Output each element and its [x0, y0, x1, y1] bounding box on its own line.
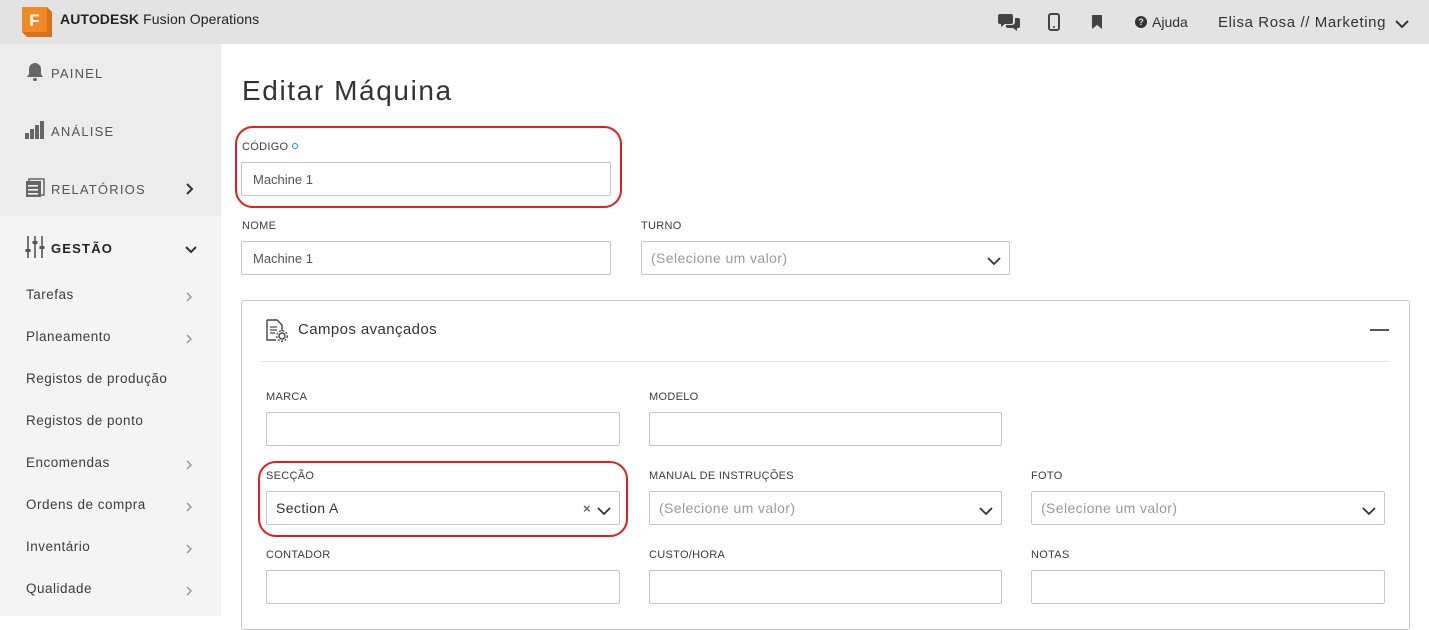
turno-placeholder: (Selecione um valor) — [651, 250, 788, 266]
sliders-icon — [25, 236, 45, 261]
sidebar-item-label: GESTÃO — [51, 241, 114, 256]
sidebar-subitem-registos-ponto[interactable]: Registos de ponto — [26, 413, 143, 428]
chevron-down-icon — [987, 253, 1001, 269]
manual-label: MANUAL DE INSTRUÇÕES — [649, 470, 794, 482]
chevron-down-icon[interactable] — [1395, 16, 1409, 34]
fusion-logo-icon[interactable]: F — [22, 7, 52, 37]
sidebar-item-label: PAINEL — [51, 66, 104, 81]
chevron-right-icon[interactable] — [185, 584, 193, 602]
contador-label: CONTADOR — [266, 549, 331, 561]
sidebar-subitem-inventario[interactable]: Inventário — [26, 539, 90, 554]
brand-product: Fusion Operations — [143, 11, 260, 27]
help-link[interactable]: ? Ajuda — [1135, 14, 1188, 30]
sidebar-item-analise[interactable]: ANÁLISE — [25, 120, 114, 143]
sidebar-subitem-registos-producao[interactable]: Registos de produção — [26, 371, 167, 386]
brand-name: AUTODESK Fusion Operations — [60, 11, 259, 27]
bookmark-icon[interactable] — [1086, 12, 1108, 32]
page-title: Editar Máquina — [242, 75, 453, 106]
advanced-fields-title[interactable]: Campos avançados — [298, 321, 437, 338]
sidebar-subitem-ordens-compra[interactable]: Ordens de compra — [26, 497, 146, 512]
chevron-right-icon[interactable] — [185, 500, 193, 518]
chevron-right-icon[interactable] — [185, 182, 195, 200]
marca-field[interactable] — [266, 412, 620, 446]
modelo-label: MODELO — [649, 391, 699, 403]
foto-label: FOTO — [1031, 470, 1063, 482]
brand-bold: AUTODESK — [60, 11, 140, 27]
turno-select[interactable]: (Selecione um valor) — [641, 241, 1010, 275]
help-label: Ajuda — [1152, 14, 1188, 30]
sidebar-item-label: RELATÓRIOS — [51, 182, 146, 197]
help-icon: ? — [1135, 16, 1147, 28]
sidebar-subitem-qualidade[interactable]: Qualidade — [26, 581, 92, 596]
logo-letter: F — [29, 11, 39, 30]
panel-divider — [261, 361, 1390, 362]
manual-select[interactable]: (Selecione um valor) — [649, 491, 1002, 525]
collapse-icon[interactable] — [1370, 329, 1389, 331]
bell-icon — [25, 62, 45, 85]
highlight-seccao — [258, 461, 628, 537]
marca-label: MARCA — [266, 391, 308, 403]
notas-field[interactable] — [1031, 570, 1385, 604]
bar-chart-icon — [25, 120, 45, 143]
chevron-right-icon[interactable] — [185, 332, 193, 350]
chevron-right-icon[interactable] — [185, 290, 193, 308]
sidebar-subitem-tarefas[interactable]: Tarefas — [26, 287, 74, 302]
foto-placeholder: (Selecione um valor) — [1041, 500, 1178, 516]
chevron-down-icon — [1362, 503, 1376, 519]
nome-field[interactable]: Machine 1 — [241, 241, 611, 275]
sidebar-item-gestao[interactable]: GESTÃO — [25, 236, 113, 261]
turno-label: TURNO — [641, 220, 682, 232]
chevron-down-icon — [979, 503, 993, 519]
chevron-down-icon[interactable] — [185, 242, 197, 260]
sidebar-subitem-encomendas[interactable]: Encomendas — [26, 455, 110, 470]
highlight-codigo — [235, 126, 622, 208]
contador-field[interactable] — [266, 570, 620, 604]
chevron-right-icon[interactable] — [185, 458, 193, 476]
user-menu[interactable]: Elisa Rosa // Marketing — [1218, 14, 1386, 31]
reports-icon — [25, 178, 45, 201]
notas-label: NOTAS — [1031, 549, 1070, 561]
foto-select[interactable]: (Selecione um valor) — [1031, 491, 1385, 525]
mobile-icon[interactable] — [1043, 12, 1065, 32]
manual-placeholder: (Selecione um valor) — [659, 500, 796, 516]
sidebar-item-painel[interactable]: PAINEL — [25, 62, 103, 85]
chat-icon[interactable] — [998, 12, 1020, 32]
sidebar-subitem-planeamento[interactable]: Planeamento — [26, 329, 111, 344]
nome-label: NOME — [242, 220, 277, 232]
modelo-field[interactable] — [649, 412, 1002, 446]
sidebar-item-relatorios[interactable]: RELATÓRIOS — [25, 178, 146, 201]
document-settings-icon — [265, 319, 289, 348]
custo-hora-field[interactable] — [649, 570, 1002, 604]
chevron-right-icon[interactable] — [185, 542, 193, 560]
sidebar: PAINEL ANÁLISE RELATÓRIOS GESTÃO Tarefas… — [0, 44, 221, 616]
top-bar: F AUTODESK Fusion Operations ? Ajuda Eli… — [0, 0, 1429, 44]
sidebar-item-label: ANÁLISE — [51, 124, 115, 139]
custo-hora-label: CUSTO/HORA — [649, 549, 726, 561]
